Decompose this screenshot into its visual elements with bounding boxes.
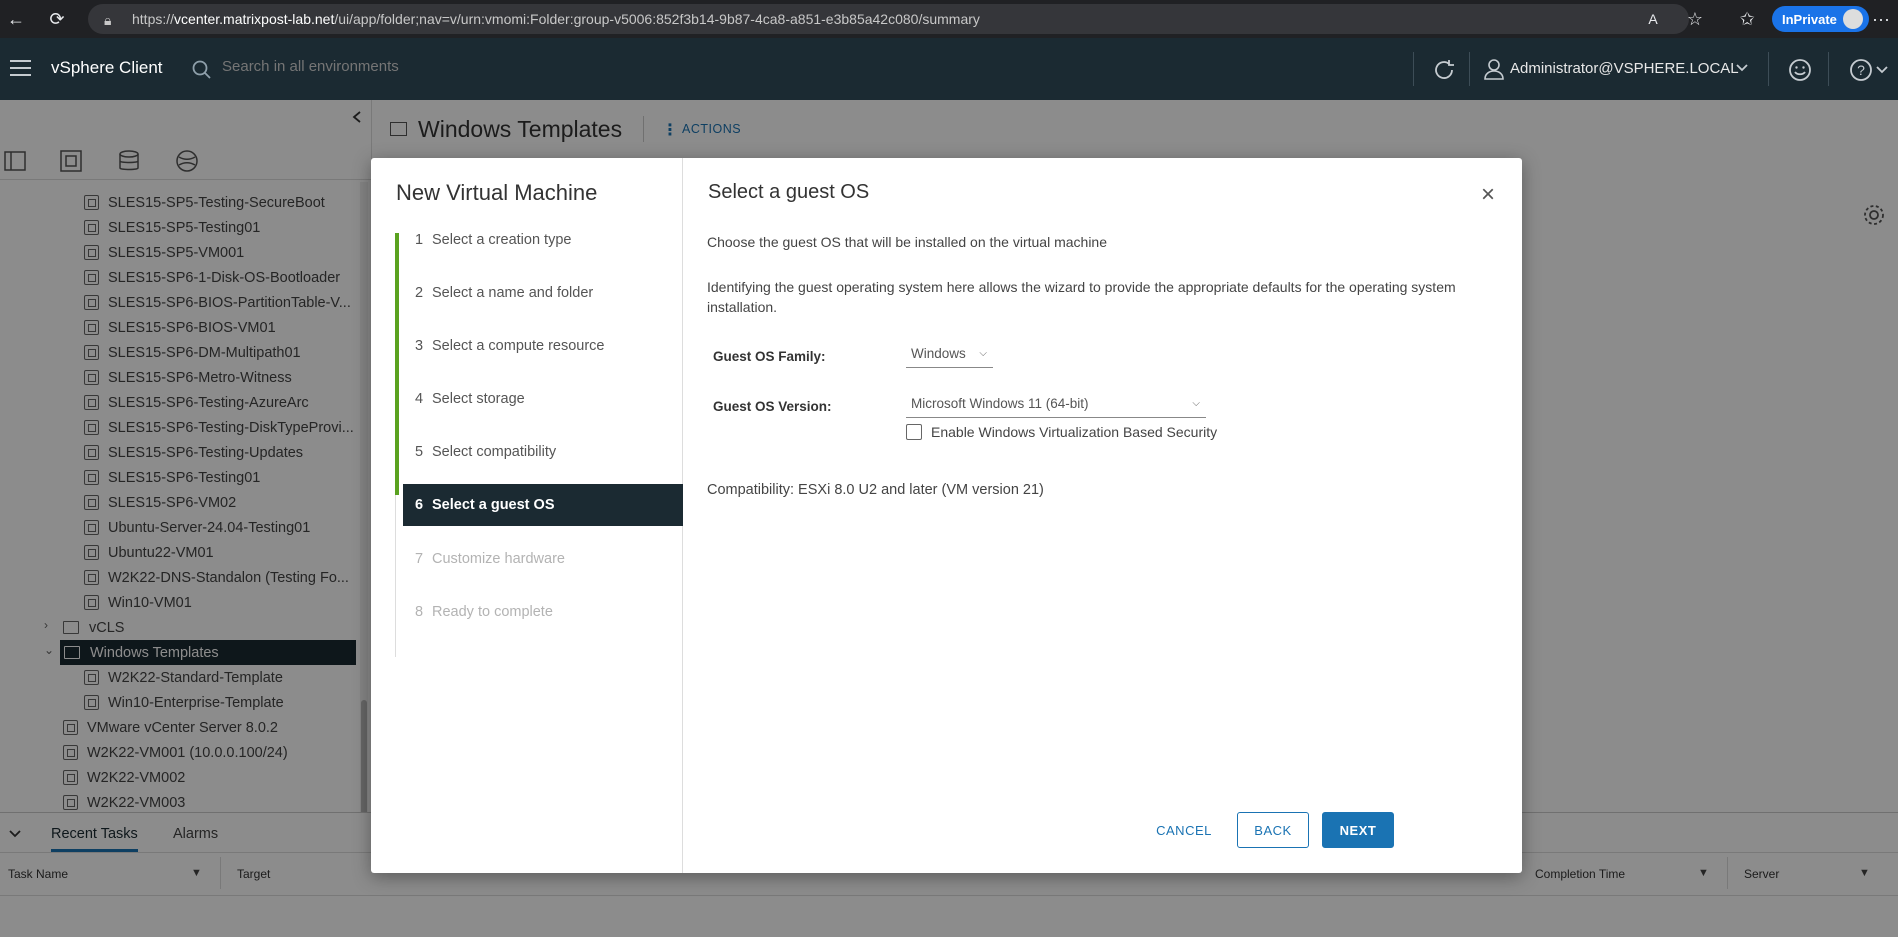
- chevron-down-icon: ⌵: [979, 348, 987, 359]
- vbs-checkbox-row[interactable]: Enable Windows Virtualization Based Secu…: [906, 424, 1217, 440]
- chevron-down-icon[interactable]: [1735, 61, 1749, 75]
- reload-icon[interactable]: ⟳: [42, 4, 72, 34]
- step-label: Select a name and folder: [432, 285, 594, 301]
- back-arrow-icon[interactable]: ←: [1, 4, 31, 34]
- step-number: 7: [415, 551, 424, 567]
- step-number: 8: [415, 604, 424, 620]
- help-icon[interactable]: ?: [1849, 58, 1889, 82]
- address-bar[interactable]: 🔒︎ https://vcenter.matrixpost-lab.net/ui…: [88, 4, 1689, 34]
- step-label: Select compatibility: [432, 444, 557, 460]
- header-divider: [1768, 52, 1769, 86]
- wizard-step-5[interactable]: 5 Select compatibility: [403, 431, 683, 473]
- guest-os-version-select[interactable]: Microsoft Windows 11 (64-bit) ⌵: [906, 396, 1206, 418]
- browser-toolbar: ← ⟳ 🔒︎ https://vcenter.matrixpost-lab.ne…: [0, 0, 1898, 38]
- app-title[interactable]: vSphere Client: [51, 58, 163, 78]
- wizard-step-4[interactable]: 4 Select storage: [403, 378, 683, 420]
- url-prefix: https://: [132, 11, 175, 27]
- app-header: vSphere Client Administrator@VSPHERE.LOC…: [0, 38, 1898, 100]
- step-label: Select a compute resource: [432, 338, 605, 354]
- completed-steps-indicator: [395, 233, 399, 495]
- guest-os-family-label: Guest OS Family:: [713, 349, 826, 364]
- more-menu-icon[interactable]: ···: [1866, 4, 1896, 34]
- user-menu[interactable]: Administrator@VSPHERE.LOCAL: [1510, 60, 1739, 77]
- compatibility-text: Compatibility: ESXi 8.0 U2 and later (VM…: [707, 482, 1044, 498]
- description-detail: Identifying the guest operating system h…: [707, 279, 1456, 315]
- wizard-title: New Virtual Machine: [396, 180, 598, 205]
- svg-text:?: ?: [1857, 62, 1865, 78]
- header-divider: [1828, 52, 1829, 86]
- wizard-step-8: 8 Ready to complete: [403, 591, 683, 633]
- favorite-star-icon[interactable]: ☆: [1680, 4, 1710, 34]
- step-number: 5: [415, 444, 424, 460]
- wizard-content: Select a guest OS × Choose the guest OS …: [684, 158, 1522, 873]
- new-vm-wizard-dialog: New Virtual Machine 1 Select a creation t…: [371, 158, 1522, 873]
- vbs-checkbox[interactable]: [906, 424, 922, 440]
- user-icon: [1484, 59, 1504, 80]
- step-number: 6: [415, 497, 424, 513]
- step-number: 4: [415, 391, 424, 407]
- description: Choose the guest OS that will be install…: [707, 234, 1108, 250]
- inprivate-label: InPrivate: [1782, 11, 1837, 27]
- favorites-list-icon[interactable]: ✩: [1732, 4, 1762, 34]
- back-button[interactable]: BACK: [1237, 812, 1309, 848]
- step-label: Customize hardware: [432, 551, 565, 567]
- step-label: Select storage: [432, 391, 525, 407]
- step-label: Ready to complete: [432, 604, 553, 620]
- vbs-checkbox-label[interactable]: Enable Windows Virtualization Based Secu…: [931, 424, 1217, 440]
- inprivate-badge[interactable]: InPrivate: [1772, 6, 1869, 32]
- hamburger-menu-icon[interactable]: [10, 60, 31, 78]
- url-host: vcenter.matrixpost-lab.net: [174, 11, 335, 27]
- wizard-step-2[interactable]: 2 Select a name and folder: [403, 272, 683, 314]
- header-divider: [1413, 52, 1414, 86]
- step-label: Select a guest OS: [432, 497, 555, 513]
- close-icon[interactable]: ×: [1481, 183, 1495, 207]
- url-path: /ui/app/folder;nav=v/urn:vmomi:Folder:gr…: [334, 11, 980, 27]
- search-icon: [192, 60, 211, 79]
- profile-avatar: [1842, 9, 1863, 29]
- guest-os-family-select[interactable]: Windows ⌵: [906, 346, 993, 368]
- global-search-input[interactable]: [222, 58, 722, 75]
- feedback-smiley-icon[interactable]: [1788, 58, 1812, 82]
- section-title: Select a guest OS: [708, 181, 870, 203]
- cancel-button[interactable]: CANCEL: [1144, 812, 1224, 848]
- read-aloud-icon[interactable]: A: [1638, 4, 1668, 34]
- guest-os-family-value: Windows: [911, 346, 966, 361]
- wizard-steps-panel: New Virtual Machine 1 Select a creation t…: [371, 158, 683, 873]
- next-button[interactable]: NEXT: [1322, 812, 1394, 848]
- step-number: 2: [415, 285, 424, 301]
- refresh-icon[interactable]: [1432, 58, 1456, 82]
- wizard-step-1[interactable]: 1 Select a creation type: [403, 219, 683, 261]
- guest-os-version-label: Guest OS Version:: [713, 399, 832, 414]
- wizard-step-3[interactable]: 3 Select a compute resource: [403, 325, 683, 367]
- step-number: 1: [415, 232, 424, 248]
- wizard-step-6: 6 Select a guest OS: [403, 484, 683, 526]
- lock-icon: 🔒︎: [104, 12, 112, 28]
- step-label: Select a creation type: [432, 232, 572, 248]
- step-number: 3: [415, 338, 424, 354]
- pending-steps-line: [395, 495, 396, 657]
- guest-os-version-value: Microsoft Windows 11 (64-bit): [911, 396, 1089, 411]
- header-divider: [1469, 52, 1470, 86]
- chevron-down-icon: ⌵: [1192, 398, 1200, 409]
- wizard-step-7: 7 Customize hardware: [403, 538, 683, 580]
